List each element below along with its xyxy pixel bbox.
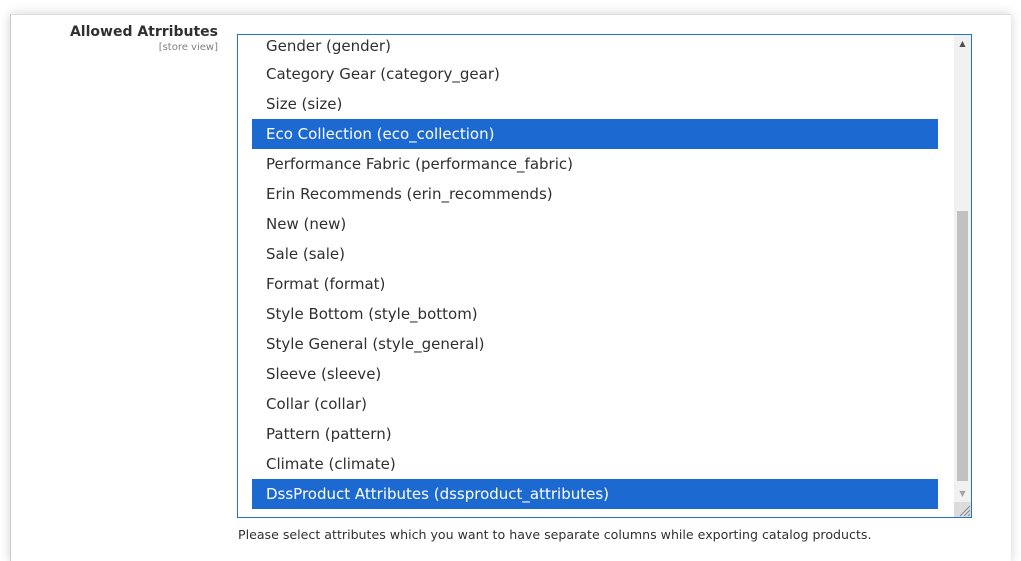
- field-label-text: Allowed Atrributes: [69, 24, 218, 40]
- scroll-up-icon[interactable]: ▲: [954, 35, 971, 52]
- option-item[interactable]: Sale (sale): [252, 239, 938, 269]
- options-list: Gender (gender) Category Gear (category_g…: [252, 35, 938, 509]
- scope-label: [store view]: [158, 42, 218, 53]
- option-item[interactable]: Pattern (pattern): [252, 419, 938, 449]
- option-item[interactable]: Performance Fabric (performance_fabric): [252, 149, 938, 179]
- option-item[interactable]: Collar (collar): [252, 389, 938, 419]
- option-item[interactable]: Format (format): [252, 269, 938, 299]
- resize-grip-icon[interactable]: [954, 502, 971, 517]
- option-item[interactable]: Size (size): [252, 89, 938, 119]
- option-item[interactable]: Erin Recommends (erin_recommends): [252, 179, 938, 209]
- option-item[interactable]: Sleeve (sleeve): [252, 359, 938, 389]
- vertical-scrollbar[interactable]: ▲ ▼: [954, 35, 971, 517]
- option-item[interactable]: Category Gear (category_gear): [252, 59, 938, 89]
- allowed-attributes-multiselect[interactable]: Gender (gender) Category Gear (category_g…: [237, 34, 972, 518]
- option-item[interactable]: Style General (style_general): [252, 329, 938, 359]
- option-item[interactable]: Climate (climate): [252, 449, 938, 479]
- option-item[interactable]: Gender (gender): [252, 35, 938, 59]
- option-item[interactable]: New (new): [252, 209, 938, 239]
- option-item[interactable]: Style Bottom (style_bottom): [252, 299, 938, 329]
- option-item[interactable]: DssProduct Attributes (dssproduct_attrib…: [252, 479, 938, 509]
- scroll-down-icon[interactable]: ▼: [954, 485, 971, 502]
- page: Allowed Atrributes [store view] Gender (…: [0, 0, 1021, 561]
- field-note: Please select attributes which you want …: [238, 527, 872, 542]
- scrollbar-thumb[interactable]: [957, 211, 968, 481]
- option-item[interactable]: Eco Collection (eco_collection): [252, 119, 938, 149]
- field-label: Allowed Atrributes [store view]: [10, 24, 218, 54]
